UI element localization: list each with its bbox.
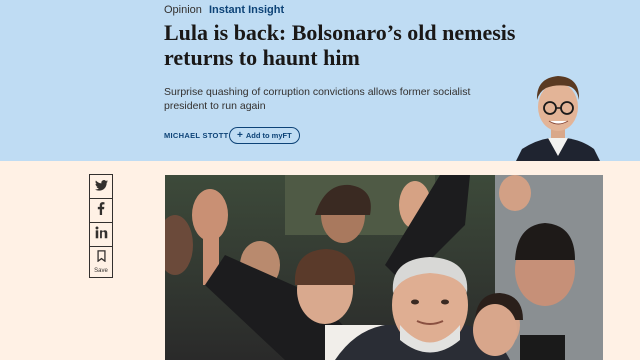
kicker: Opinion Instant Insight bbox=[164, 3, 284, 17]
share-twitter-button[interactable] bbox=[89, 174, 113, 198]
article-header: Opinion Instant Insight Lula is back: Bo… bbox=[0, 0, 640, 161]
category-link[interactable]: Opinion bbox=[164, 4, 202, 16]
author-headshot bbox=[516, 64, 600, 161]
share-linkedin-button[interactable] bbox=[89, 222, 113, 246]
add-to-myft-label: Add to myFT bbox=[245, 131, 292, 140]
linkedin-icon bbox=[95, 226, 108, 244]
plus-icon: + bbox=[237, 129, 243, 141]
facebook-icon bbox=[97, 201, 105, 220]
headline: Lula is back: Bolsonaro’s old nemesis re… bbox=[164, 20, 516, 70]
bookmark-icon bbox=[96, 249, 106, 267]
standfirst: Surprise quashing of corruption convicti… bbox=[164, 86, 471, 112]
twitter-icon bbox=[94, 178, 108, 196]
article-main-image bbox=[165, 175, 603, 360]
save-button[interactable]: Save bbox=[89, 246, 113, 278]
share-toolbar: Save bbox=[89, 174, 113, 278]
author-link[interactable]: MICHAEL STOTT bbox=[164, 131, 228, 140]
add-to-myft-button[interactable]: + Add to myFT bbox=[229, 127, 300, 144]
share-facebook-button[interactable] bbox=[89, 198, 113, 222]
save-label: Save bbox=[94, 268, 108, 274]
tag-link[interactable]: Instant Insight bbox=[209, 4, 284, 16]
